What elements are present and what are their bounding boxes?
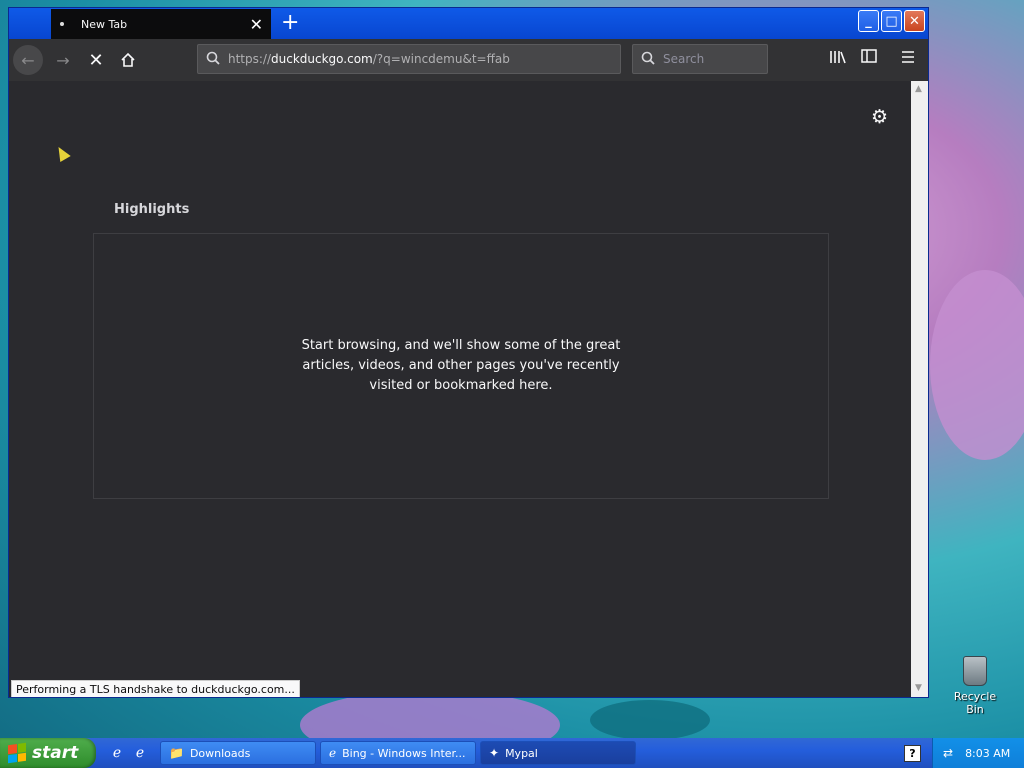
hamburger-menu-icon[interactable] — [901, 49, 915, 67]
wallpaper-petal — [930, 270, 1024, 460]
taskbar: start ℯ ℯ 📁 Downloads ℯ Bing - Windows I… — [0, 738, 1024, 768]
recycle-bin[interactable]: Recycle Bin — [944, 656, 1006, 716]
tab-new-tab[interactable]: New Tab ✕ — [51, 9, 271, 39]
loading-dot-icon — [60, 22, 64, 26]
gear-icon[interactable]: ⚙ — [871, 106, 888, 128]
ie-quicklaunch-icon[interactable]: ℯ — [108, 744, 126, 762]
sidebar-toggle-icon[interactable] — [861, 49, 877, 67]
start-label: start — [32, 743, 79, 763]
search-icon — [206, 51, 220, 68]
folder-icon: 📁 — [169, 746, 184, 760]
highlights-title: Highlights — [114, 202, 190, 217]
home-button[interactable] — [113, 45, 143, 75]
task-label: Downloads — [189, 746, 251, 760]
arrow-left-icon: ← — [21, 50, 35, 70]
search-placeholder: Search — [663, 52, 705, 66]
highlights-box: Start browsing, and we'll show some of t… — [93, 233, 829, 499]
new-tab-plus-icon[interactable]: + — [281, 10, 299, 35]
nav-toolbar: ← → ✕ https://duckduckgo.com/?q=wincdemu… — [9, 39, 928, 81]
library-icon[interactable] — [829, 49, 847, 69]
ie-icon: ℯ — [329, 746, 337, 760]
browser-window: New Tab ✕ + _ □ ✕ ← → ✕ https://duckduck… — [8, 7, 929, 698]
search-icon — [641, 51, 655, 68]
task-downloads[interactable]: 📁 Downloads — [160, 741, 316, 765]
minimize-button[interactable]: _ — [858, 10, 879, 32]
task-mypal[interactable]: ✦ Mypal — [480, 741, 636, 765]
arrow-right-icon: → — [56, 50, 70, 70]
scrollbar[interactable]: ▲ ▼ — [911, 81, 928, 697]
status-panel: Performing a TLS handshake to duckduckgo… — [11, 680, 300, 697]
task-bing-ie[interactable]: ℯ Bing - Windows Inter... — [320, 741, 476, 765]
wallpaper-petal — [590, 700, 710, 740]
help-icon[interactable]: ? — [904, 745, 921, 762]
task-label: Mypal — [505, 746, 538, 760]
clock[interactable]: 8:03 AM — [965, 747, 1010, 760]
stop-button[interactable]: ✕ — [81, 45, 111, 75]
url-prefix: https:// — [228, 52, 272, 66]
explorer-quicklaunch-icon[interactable]: ℯ — [131, 744, 149, 762]
home-icon — [121, 52, 135, 67]
stop-x-icon: ✕ — [88, 49, 104, 71]
url-host: duckduckgo.com — [271, 52, 373, 66]
mypal-icon: ✦ — [489, 746, 500, 760]
scroll-up-icon[interactable]: ▲ — [915, 84, 922, 94]
back-button[interactable]: ← — [13, 45, 43, 75]
url-bar[interactable]: https://duckduckgo.com/?q=wincdemu&t=ffa… — [197, 44, 621, 74]
recycle-bin-label: Recycle Bin — [953, 690, 997, 716]
close-window-button[interactable]: ✕ — [904, 10, 925, 32]
start-button[interactable]: start — [0, 738, 96, 768]
network-icon[interactable]: ⇄ — [943, 746, 953, 760]
tab-title: New Tab — [81, 17, 128, 31]
windows-logo-icon — [8, 742, 26, 764]
page-content: ⚙ Highlights Start browsing, and we'll s… — [9, 81, 911, 697]
maximize-button[interactable]: □ — [881, 10, 902, 32]
system-tray: ⇄ 8:03 AM — [932, 738, 1024, 768]
url-path: /?q=wincdemu&t=ffab — [372, 52, 510, 66]
close-tab-icon[interactable]: ✕ — [250, 15, 263, 34]
task-label: Bing - Windows Inter... — [342, 746, 466, 760]
recycle-bin-icon — [963, 656, 987, 686]
search-bar[interactable]: Search — [632, 44, 768, 74]
tab-strip: New Tab ✕ + _ □ ✕ — [9, 8, 928, 39]
highlights-empty-message: Start browsing, and we'll show some of t… — [301, 338, 621, 393]
forward-button[interactable]: → — [48, 45, 78, 75]
scroll-down-icon[interactable]: ▼ — [915, 683, 922, 693]
